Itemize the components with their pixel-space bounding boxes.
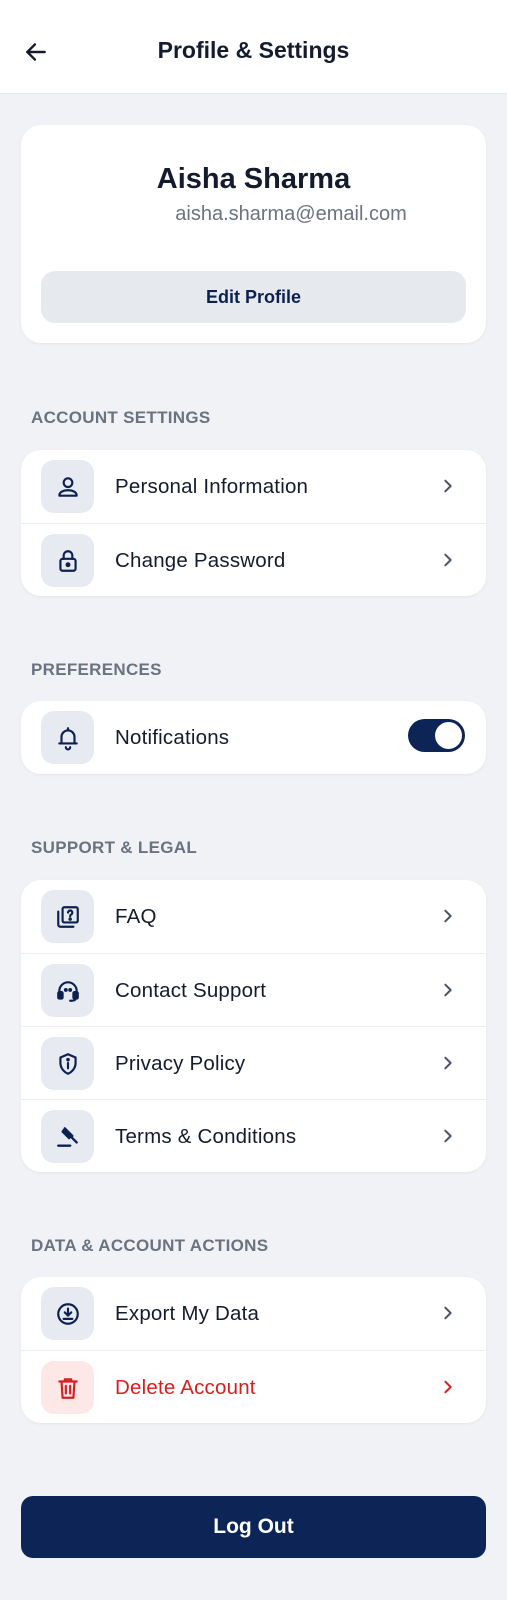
personal-information-row[interactable]: Personal Information (21, 450, 486, 523)
export-data-label: Export My Data (115, 1302, 260, 1325)
faq-row[interactable]: FAQ (21, 880, 486, 953)
delete-account-label: Delete Account (115, 1376, 256, 1399)
chevron-right-icon (438, 1303, 458, 1323)
notifications-row: Notifications (21, 701, 486, 774)
section-label-support-legal: SUPPORT & LEGAL (31, 838, 198, 857)
data-account-actions-card: Export My Data Delete Account (21, 1277, 486, 1423)
chevron-right-icon (438, 1053, 458, 1073)
shield-icon (41, 1037, 94, 1090)
privacy-policy-label: Privacy Policy (115, 1052, 246, 1075)
terms-conditions-row[interactable]: Terms & Conditions (21, 1099, 486, 1172)
notifications-label: Notifications (115, 726, 230, 749)
page-title: Profile & Settings (157, 37, 350, 63)
profile-email: aisha.sharma@email.com (175, 203, 407, 225)
edit-profile-button[interactable]: Edit Profile (41, 271, 466, 323)
personal-information-label: Personal Information (115, 475, 309, 498)
account-settings-card: Personal Information Change Password (21, 450, 486, 596)
export-data-row[interactable]: Export My Data (21, 1277, 486, 1350)
chevron-right-icon (438, 980, 458, 1000)
preferences-card: Notifications (21, 701, 486, 774)
chevron-right-icon (438, 1377, 458, 1397)
section-label-account-settings: ACCOUNT SETTINGS (31, 408, 211, 427)
bell-icon (41, 711, 94, 764)
chevron-right-icon (438, 906, 458, 926)
delete-account-row[interactable]: Delete Account (21, 1350, 486, 1423)
faq-icon (41, 890, 94, 943)
terms-conditions-label: Terms & Conditions (115, 1125, 297, 1148)
top-app-bar: Profile & Settings (0, 0, 507, 94)
section-label-data-account-actions: DATA & ACCOUNT ACTIONS (31, 1236, 269, 1255)
privacy-policy-row[interactable]: Privacy Policy (21, 1026, 486, 1099)
gavel-icon (41, 1110, 94, 1163)
change-password-label: Change Password (115, 549, 286, 572)
user-icon (41, 460, 94, 513)
notifications-toggle[interactable] (408, 719, 465, 752)
headset-icon (41, 964, 94, 1017)
faq-label: FAQ (115, 905, 157, 928)
contact-support-row[interactable]: Contact Support (21, 953, 486, 1026)
change-password-row[interactable]: Change Password (21, 523, 486, 596)
lock-icon (41, 534, 94, 587)
section-label-preferences: PREFERENCES (31, 660, 162, 679)
trash-icon (41, 1361, 94, 1414)
chevron-right-icon (438, 476, 458, 496)
profile-card: Aisha Sharma aisha.sharma@email.com Edit… (21, 125, 486, 343)
support-legal-card: FAQ Contact Support Privacy Policy Terms… (21, 880, 486, 1172)
download-icon (41, 1287, 94, 1340)
chevron-right-icon (438, 1126, 458, 1146)
profile-name: Aisha Sharma (156, 163, 351, 195)
chevron-right-icon (438, 550, 458, 570)
toggle-knob (435, 722, 462, 749)
contact-support-label: Contact Support (115, 979, 267, 1002)
logout-button[interactable]: Log Out (21, 1496, 486, 1558)
